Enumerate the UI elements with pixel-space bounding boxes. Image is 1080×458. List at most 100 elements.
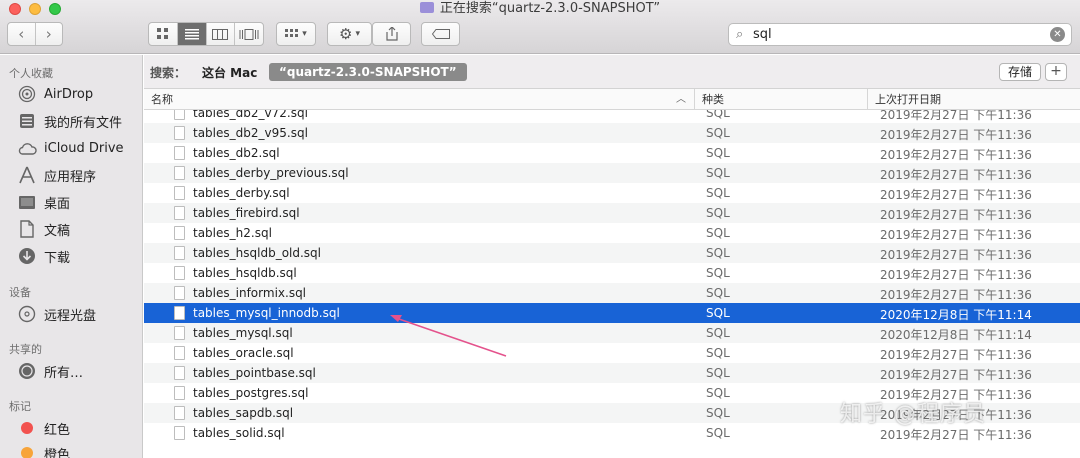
- sidebar-item-tag-red[interactable]: 红色: [17, 417, 70, 439]
- sidebar-item-icloud-drive[interactable]: iCloud Drive: [17, 137, 124, 159]
- file-kind: SQL: [706, 146, 730, 160]
- sidebar-item-downloads[interactable]: 下载: [17, 245, 70, 267]
- red-tag-dot-icon: [17, 419, 37, 437]
- arrange-button[interactable]: ▾: [276, 22, 316, 46]
- file-name: tables_mysql.sql: [193, 326, 293, 340]
- desktop-icon: [17, 193, 37, 211]
- cloud-icon: [17, 139, 37, 157]
- file-date: 2019年2月27日 下午11:36: [880, 148, 1032, 162]
- window-toolbar: 正在搜索“quartz-2.3.0-SNAPSHOT” ‹ › ▾ ⚙ ▾ ⌕: [0, 0, 1080, 54]
- sidebar-item-desktop[interactable]: 桌面: [17, 191, 70, 213]
- file-row[interactable]: tables_h2.sql SQL 2019年2月27日 下午11:36: [144, 223, 1080, 243]
- file-name: tables_derby_previous.sql: [193, 166, 349, 180]
- file-row[interactable]: tables_informix.sql SQL 2019年2月27日 下午11:36: [144, 283, 1080, 303]
- action-button[interactable]: ⚙ ▾: [327, 22, 372, 46]
- sidebar-item-label: 橙色: [44, 447, 71, 458]
- sql-file-icon: [174, 186, 185, 200]
- file-date: 2019年2月27日 下午11:36: [880, 288, 1032, 302]
- file-row[interactable]: tables_pointbase.sql SQL 2019年2月27日 下午11:3…: [144, 363, 1080, 383]
- file-row[interactable]: tables_db2_v95.sql SQL 2019年2月27日 下午11:36: [144, 123, 1080, 143]
- sql-file-icon: [174, 110, 185, 120]
- chevron-down-icon: ▾: [355, 29, 360, 39]
- file-row[interactable]: tables_oracle.sql SQL 2019年2月27日 下午11:36: [144, 343, 1080, 363]
- file-name: tables_postgres.sql: [193, 386, 309, 400]
- sidebar-item-remote-disc[interactable]: 远程光盘: [17, 303, 96, 325]
- column-header-row: 名称 ︿ 种类 上次打开日期: [144, 89, 1080, 110]
- all-files-icon: [17, 112, 37, 130]
- file-row[interactable]: tables_db2_v72.sql SQL 2019年2月27日 下午11:36: [144, 110, 1080, 123]
- disc-icon: [17, 305, 37, 323]
- share-button[interactable]: [372, 22, 411, 46]
- window-title-bar: 正在搜索“quartz-2.3.0-SNAPSHOT”: [0, 0, 1080, 18]
- file-row[interactable]: tables_hsqldb.sql SQL 2019年2月27日 下午11:36: [144, 263, 1080, 283]
- columns-icon: [212, 28, 229, 40]
- icon-view-button[interactable]: [149, 23, 177, 45]
- file-date: 2019年2月27日 下午11:36: [880, 348, 1032, 362]
- list-view-button[interactable]: [176, 23, 206, 45]
- file-row[interactable]: tables_mysql.sql SQL 2020年12月8日 下午11:14: [144, 323, 1080, 343]
- file-name: tables_informix.sql: [193, 286, 307, 300]
- sidebar-item-all-files[interactable]: 我的所有文件: [17, 110, 122, 132]
- column-header-date[interactable]: 上次打开日期: [868, 89, 1080, 110]
- file-date: 2019年2月27日 下午11:36: [880, 168, 1032, 182]
- chevron-down-icon: ▾: [302, 29, 307, 39]
- file-row[interactable]: tables_derby_previous.sql SQL 2019年2月27日 下…: [144, 163, 1080, 183]
- file-kind: SQL: [706, 326, 730, 340]
- scope-folder-button[interactable]: “quartz-2.3.0-SNAPSHOT”: [269, 63, 467, 81]
- file-name: tables_solid.sql: [193, 426, 285, 440]
- clear-search-icon[interactable]: ✕: [1050, 27, 1065, 42]
- add-criteria-button[interactable]: +: [1045, 63, 1067, 81]
- sidebar-heading-tags: 标记: [9, 400, 31, 413]
- documents-icon: [17, 220, 37, 238]
- file-date: 2019年2月27日 下午11:36: [880, 228, 1032, 242]
- sidebar-item-label: 红色: [44, 422, 71, 438]
- file-date: 2019年2月27日 下午11:36: [880, 208, 1032, 222]
- window-title: 正在搜索“quartz-2.3.0-SNAPSHOT”: [439, 1, 661, 16]
- sidebar-item-documents[interactable]: 文稿: [17, 218, 70, 240]
- sidebar-item-applications[interactable]: 应用程序: [17, 164, 96, 186]
- save-search-button[interactable]: 存储: [999, 63, 1041, 81]
- sql-file-icon: [174, 126, 185, 140]
- file-kind: SQL: [706, 286, 730, 300]
- column-header-label: 上次打开日期: [875, 93, 941, 106]
- file-kind: SQL: [706, 306, 730, 320]
- column-view-button[interactable]: [205, 23, 235, 45]
- gallery-view-button[interactable]: [234, 23, 263, 45]
- watermark: 知乎 @程序员: [840, 402, 986, 427]
- file-row[interactable]: tables_derby.sql SQL 2019年2月27日 下午11:36: [144, 183, 1080, 203]
- file-row[interactable]: tables_hsqldb_old.sql SQL 2019年2月27日 下午11:…: [144, 243, 1080, 263]
- file-row[interactable]: tables_mysql_innodb.sql SQL 2020年12月8日 下午1…: [144, 303, 1080, 323]
- forward-button[interactable]: ›: [34, 23, 63, 45]
- file-row[interactable]: tables_firebird.sql SQL 2019年2月27日 下午11:36: [144, 203, 1080, 223]
- cover-flow-icon: [239, 28, 259, 40]
- sidebar-item-airdrop[interactable]: AirDrop: [17, 83, 93, 105]
- column-header-name[interactable]: 名称 ︿: [144, 89, 695, 110]
- file-row[interactable]: tables_db2.sql SQL 2019年2月27日 下午11:36: [144, 143, 1080, 163]
- list-lines-icon: [184, 28, 199, 39]
- search-input[interactable]: [753, 26, 1043, 43]
- file-name: tables_h2.sql: [193, 226, 272, 240]
- arrange-grid-icon: [285, 28, 299, 37]
- file-date: 2020年12月8日 下午11:14: [880, 328, 1032, 342]
- sidebar-item-tag-orange[interactable]: 橙色: [17, 442, 70, 458]
- back-button[interactable]: ‹: [8, 23, 35, 45]
- file-kind: SQL: [706, 126, 730, 140]
- sql-file-icon: [174, 146, 185, 160]
- sql-file-icon: [174, 166, 185, 180]
- file-kind: SQL: [706, 426, 730, 440]
- tags-button[interactable]: [421, 22, 460, 46]
- file-date: 2020年12月8日 下午11:14: [880, 308, 1032, 322]
- view-mode-selector: [148, 22, 264, 46]
- sidebar-item-all-shared[interactable]: 所有…: [17, 360, 83, 382]
- icon-grid-icon: [156, 28, 168, 39]
- search-field[interactable]: ⌕ ✕: [728, 23, 1072, 46]
- sidebar-item-label: AirDrop: [44, 86, 94, 102]
- file-date: 2019年2月27日 下午11:36: [880, 368, 1032, 382]
- column-header-kind[interactable]: 种类: [695, 89, 868, 110]
- sql-file-icon: [174, 386, 185, 400]
- scope-this-mac-button[interactable]: 这台 Mac: [202, 64, 257, 81]
- file-name: tables_db2_v72.sql: [193, 110, 308, 120]
- file-name: tables_oracle.sql: [193, 346, 294, 360]
- sidebar-item-label: 远程光盘: [44, 308, 97, 324]
- column-header-label: 名称: [151, 93, 173, 106]
